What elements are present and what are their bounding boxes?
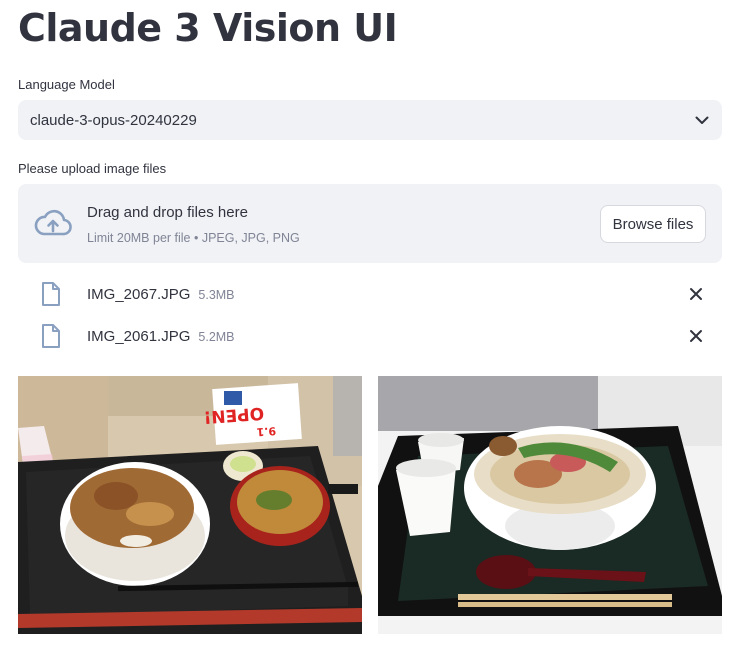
dropzone-hint: Limit 20MB per file • JPEG, JPG, PNG xyxy=(87,231,300,245)
cloud-upload-icon xyxy=(34,208,72,238)
browse-files-button[interactable]: Browse files xyxy=(600,205,706,243)
close-icon[interactable] xyxy=(688,286,704,302)
page-title: Claude 3 Vision UI xyxy=(18,6,398,50)
file-icon xyxy=(40,323,62,349)
uploaded-image-ramen xyxy=(378,376,722,634)
file-size: 5.2MB xyxy=(198,329,235,344)
file-name-block: IMG_2067.JPG 5.3MB xyxy=(87,286,235,303)
model-select-label: Language Model xyxy=(18,77,115,92)
model-select-value: claude-3-opus-20240229 xyxy=(30,111,197,129)
uploaded-image-gyudon: OPEN! 9.1 xyxy=(18,376,362,634)
file-icon xyxy=(40,281,62,307)
model-select[interactable]: claude-3-opus-20240229 xyxy=(18,100,722,140)
file-size: 5.3MB xyxy=(198,287,235,302)
file-name: IMG_2067.JPG xyxy=(87,285,191,303)
photo-sign: OPEN! 9.1 xyxy=(203,383,302,445)
file-name-block: IMG_2061.JPG 5.2MB xyxy=(87,328,235,345)
svg-text:OPEN!: OPEN! xyxy=(203,403,265,427)
svg-text:9.1: 9.1 xyxy=(256,424,276,438)
file-dropzone[interactable]: Drag and drop files here Limit 20MB per … xyxy=(18,184,722,263)
uploaded-file-row: IMG_2067.JPG 5.3MB xyxy=(18,277,722,311)
app-root: Claude 3 Vision UI Language Model claude… xyxy=(0,0,740,650)
file-name: IMG_2061.JPG xyxy=(87,327,191,345)
chevron-down-icon xyxy=(694,112,710,128)
uploader-label: Please upload image files xyxy=(18,161,167,176)
uploaded-file-row: IMG_2061.JPG 5.2MB xyxy=(18,319,722,353)
close-icon[interactable] xyxy=(688,328,704,344)
dropzone-title: Drag and drop files here xyxy=(87,204,248,221)
